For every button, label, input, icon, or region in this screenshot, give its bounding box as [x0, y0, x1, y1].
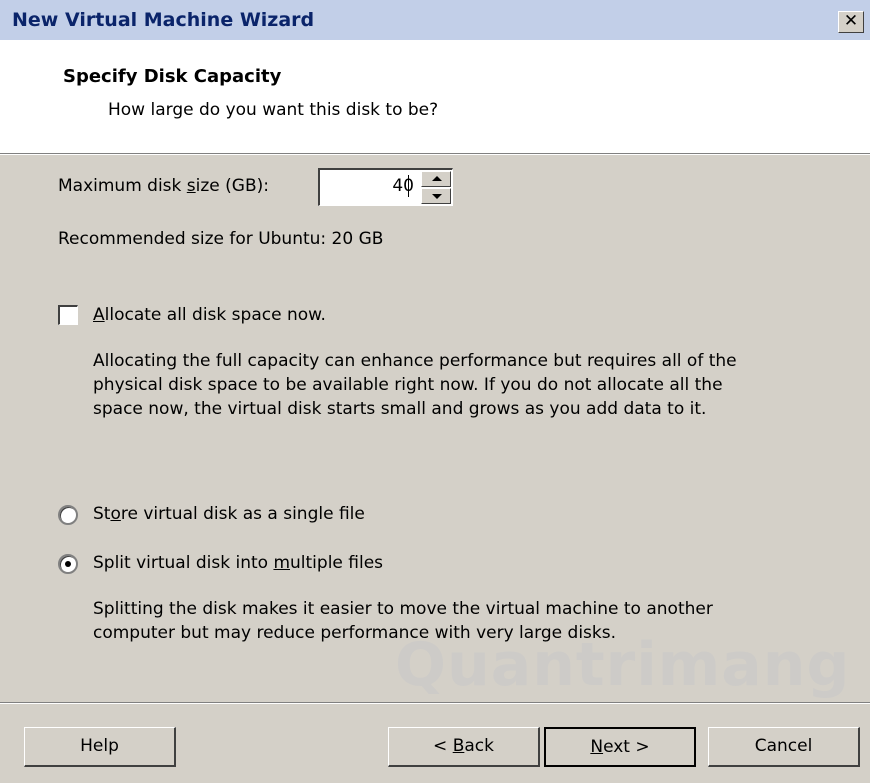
- help-button-label: Help: [80, 736, 119, 756]
- multiple-files-label[interactable]: Split virtual disk into multiple files: [93, 553, 383, 573]
- back-button[interactable]: < Back: [388, 727, 540, 767]
- arrow-up-icon: [432, 176, 442, 181]
- multiple-files-label-accel: m: [273, 553, 291, 573]
- single-file-label-accel: o: [110, 504, 121, 524]
- close-button[interactable]: ✕: [838, 11, 864, 33]
- next-button-accel: N: [590, 737, 604, 757]
- text-caret: [408, 175, 409, 197]
- disk-size-label-prefix: Maximum disk: [58, 176, 187, 196]
- disk-size-label: Maximum disk size (GB):: [58, 176, 269, 196]
- multiple-files-radio[interactable]: [58, 554, 78, 574]
- back-button-prefix: <: [433, 736, 453, 756]
- single-file-label-prefix: St: [93, 504, 111, 524]
- arrow-down-icon: [432, 194, 442, 199]
- multiple-files-label-prefix: Split virtual disk into: [93, 553, 274, 573]
- allocate-label[interactable]: Allocate all disk space now.: [93, 305, 326, 325]
- allocate-description: Allocating the full capacity can enhance…: [93, 349, 737, 421]
- split-description-line: Splitting the disk makes it easier to mo…: [93, 599, 713, 619]
- disk-size-label-accel: s: [186, 176, 196, 196]
- watermark-logo: Quantrimang: [395, 630, 851, 700]
- next-button-suffix: ext >: [603, 737, 650, 757]
- cancel-button[interactable]: Cancel: [708, 727, 860, 767]
- back-button-accel: B: [452, 736, 465, 756]
- cancel-button-label: Cancel: [754, 736, 813, 756]
- header-divider: [0, 154, 870, 155]
- allocate-checkbox[interactable]: [58, 305, 78, 325]
- allocate-label-accel: A: [93, 305, 105, 325]
- allocate-label-rest: llocate all disk space now.: [104, 305, 326, 325]
- footer-divider-highlight: [0, 703, 870, 704]
- wizard-window: New Virtual Machine Wizard ✕ Specify Dis…: [0, 0, 870, 783]
- allocate-description-line: Allocating the full capacity can enhance…: [93, 351, 737, 371]
- title-bar: New Virtual Machine Wizard ✕: [0, 0, 870, 40]
- window-title: New Virtual Machine Wizard: [12, 9, 315, 31]
- allocate-description-line: space now, the virtual disk starts small…: [93, 399, 707, 419]
- wizard-header: [0, 40, 870, 154]
- allocate-description-line: physical disk space to be available righ…: [93, 375, 723, 395]
- disk-size-input[interactable]: 40: [392, 176, 414, 196]
- disk-size-label-suffix: ize (GB):: [195, 176, 269, 196]
- help-button[interactable]: Help: [24, 727, 176, 767]
- multiple-files-label-suffix: ultiple files: [290, 553, 384, 573]
- spin-up-button[interactable]: [421, 171, 451, 187]
- recommended-size-text: Recommended size for Ubuntu: 20 GB: [58, 229, 384, 249]
- close-icon: ✕: [843, 11, 859, 31]
- spin-down-button[interactable]: [421, 188, 451, 204]
- single-file-label-suffix: re virtual disk as a single file: [120, 504, 365, 524]
- disk-size-spinner[interactable]: 40: [318, 168, 453, 206]
- page-title: Specify Disk Capacity: [63, 66, 282, 87]
- single-file-radio[interactable]: [58, 505, 78, 525]
- page-subtitle: How large do you want this disk to be?: [108, 100, 439, 120]
- single-file-label[interactable]: Store virtual disk as a single file: [93, 504, 365, 524]
- radio-selected-dot: [65, 561, 71, 567]
- next-button[interactable]: Next >: [544, 727, 696, 767]
- back-button-suffix: ack: [464, 736, 494, 756]
